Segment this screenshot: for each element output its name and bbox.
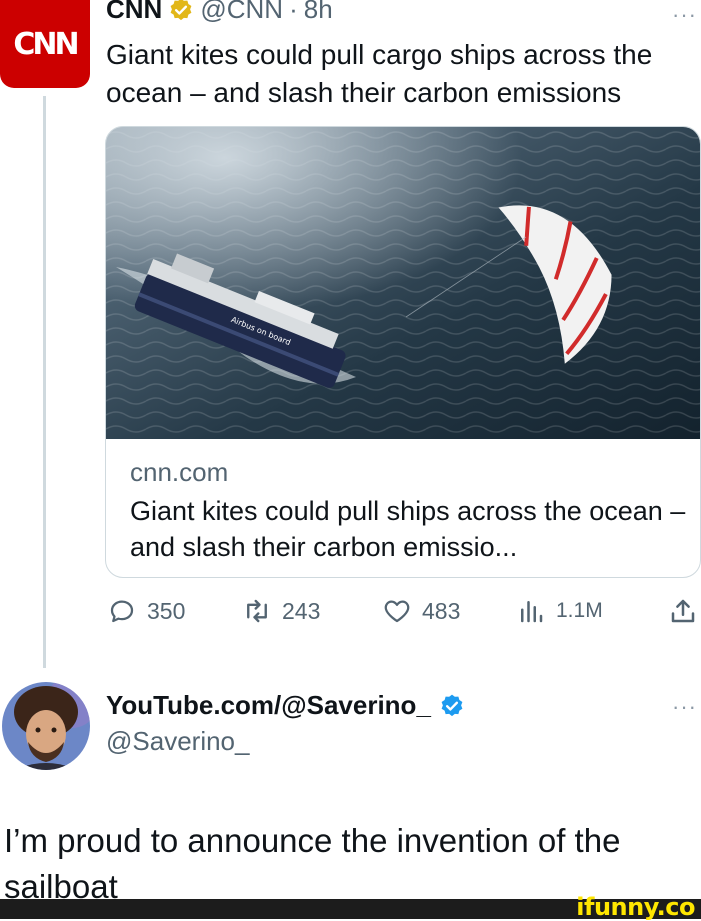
retweet-count: 243	[282, 597, 321, 624]
cnn-logo-text: CNN	[13, 26, 79, 62]
card-domain[interactable]: cnn.com	[130, 457, 228, 488]
tweet-header: CNN @CNN · 8h	[106, 0, 333, 25]
views-button[interactable]: 1.1M	[516, 596, 603, 626]
cnn-avatar[interactable]: CNN	[0, 0, 90, 88]
card-title[interactable]: Giant kites could pull ships across the …	[130, 493, 690, 565]
more-options-icon[interactable]: ···	[672, 694, 697, 720]
analytics-icon	[521, 601, 543, 623]
avatar[interactable]	[2, 682, 90, 770]
share-icon	[671, 599, 695, 623]
profile-photo	[2, 682, 90, 770]
verified-blue-icon	[441, 694, 463, 716]
separator-dot: ·	[289, 0, 298, 24]
link-card[interactable]: Airbus on board cnn.com Giant kites coul…	[105, 126, 701, 578]
views-count: 1.1M	[556, 599, 603, 622]
timestamp[interactable]: 8h	[304, 0, 333, 25]
like-count: 483	[422, 597, 461, 624]
author-handle[interactable]: @Saverino_	[106, 726, 249, 757]
tweet-text: Giant kites could pull cargo ships acros…	[106, 39, 653, 108]
reply-icon	[110, 600, 134, 623]
retweet-button[interactable]: 243	[242, 596, 320, 626]
tweet-header: YouTube.com/@Saverino_	[106, 690, 465, 721]
retweet-icon	[247, 599, 267, 623]
heart-icon	[384, 600, 410, 623]
share-button[interactable]	[668, 596, 698, 626]
author-name[interactable]: YouTube.com/@Saverino_	[106, 690, 431, 721]
author-name[interactable]: CNN	[106, 0, 162, 25]
author-handle[interactable]: @CNN	[200, 0, 283, 25]
reply-button[interactable]: 350	[107, 596, 185, 626]
verified-gold-icon	[170, 0, 192, 20]
more-options-icon[interactable]: ···	[672, 2, 697, 28]
reply-count: 350	[147, 597, 186, 624]
card-image: Airbus on board	[106, 127, 700, 439]
thread-line	[43, 96, 46, 668]
watermark-logo: ifunny.co	[576, 893, 695, 921]
like-button[interactable]: 483	[382, 596, 460, 626]
